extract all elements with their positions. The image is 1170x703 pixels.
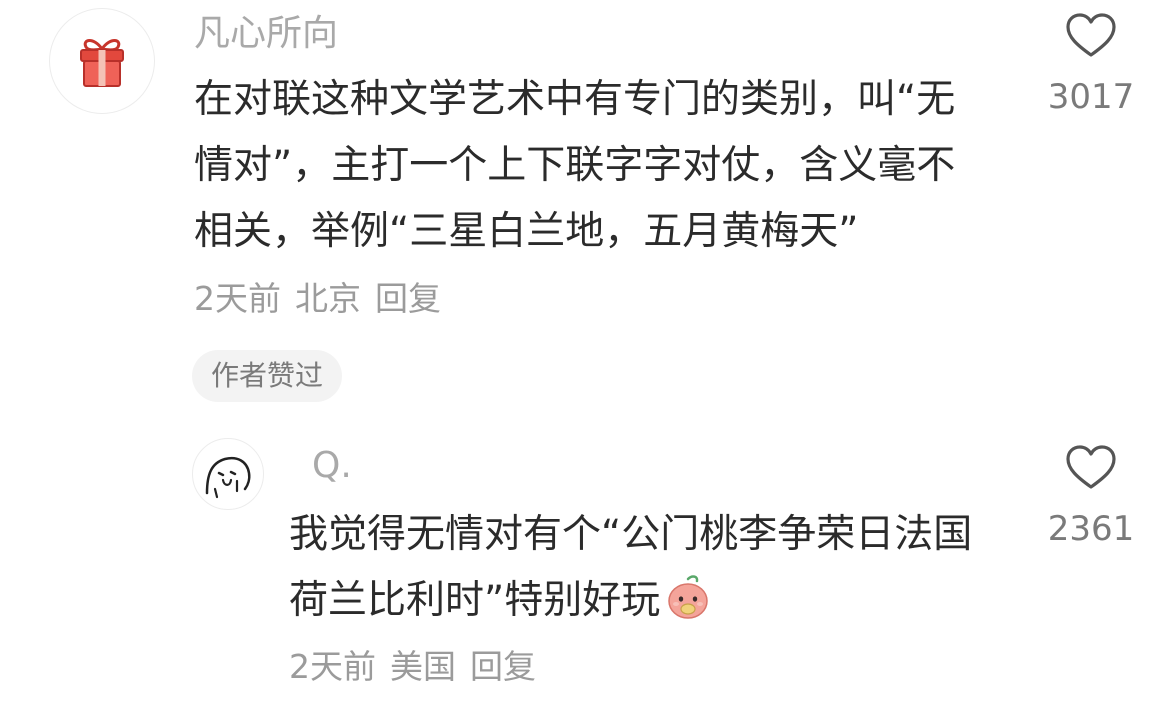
reply-like-count: 2361 (1047, 509, 1135, 549)
reply-body: 我觉得无情对有个“公门桃李争荣日法国荷兰比利时”特别好玩 (289, 502, 979, 634)
user-avatar[interactable] (49, 8, 155, 114)
reply-time: 2天前 (289, 647, 376, 686)
comment-location: 北京 (295, 279, 361, 318)
reply-reply-button[interactable]: 回复 (470, 647, 536, 686)
comment-text: 在对联这种文学艺术中有专门的类别，叫“无情对”，主打一个上下联字字对仗，含义毫不… (194, 77, 956, 254)
reply-button[interactable]: 回复 (375, 279, 441, 318)
cartoon-face-icon (205, 456, 251, 499)
reply-author-name[interactable]: Q. (312, 448, 352, 484)
peach-emoji-icon (668, 575, 708, 619)
heart-icon[interactable] (1065, 444, 1117, 490)
reply-user-avatar[interactable] (192, 438, 264, 510)
comment-time: 2天前 (194, 279, 281, 318)
author-liked-badge: 作者赞过 (192, 350, 343, 402)
reply-meta: 2天前 美国 回复 (289, 645, 536, 689)
reply-text: 我觉得无情对有个“公门桃李争荣日法国荷兰比利时”特别好玩 (289, 512, 973, 623)
comment-author-name[interactable]: 凡心所向 (194, 16, 338, 52)
gift-icon (80, 39, 124, 87)
comment-body: 在对联这种文学艺术中有专门的类别，叫“无情对”，主打一个上下联字字对仗，含义毫不… (194, 67, 994, 332)
heart-icon[interactable] (1065, 12, 1117, 58)
comment-meta: 2天前 北京 回复 (194, 279, 441, 318)
reply-location: 美国 (390, 647, 456, 686)
like-count: 3017 (1047, 77, 1135, 117)
